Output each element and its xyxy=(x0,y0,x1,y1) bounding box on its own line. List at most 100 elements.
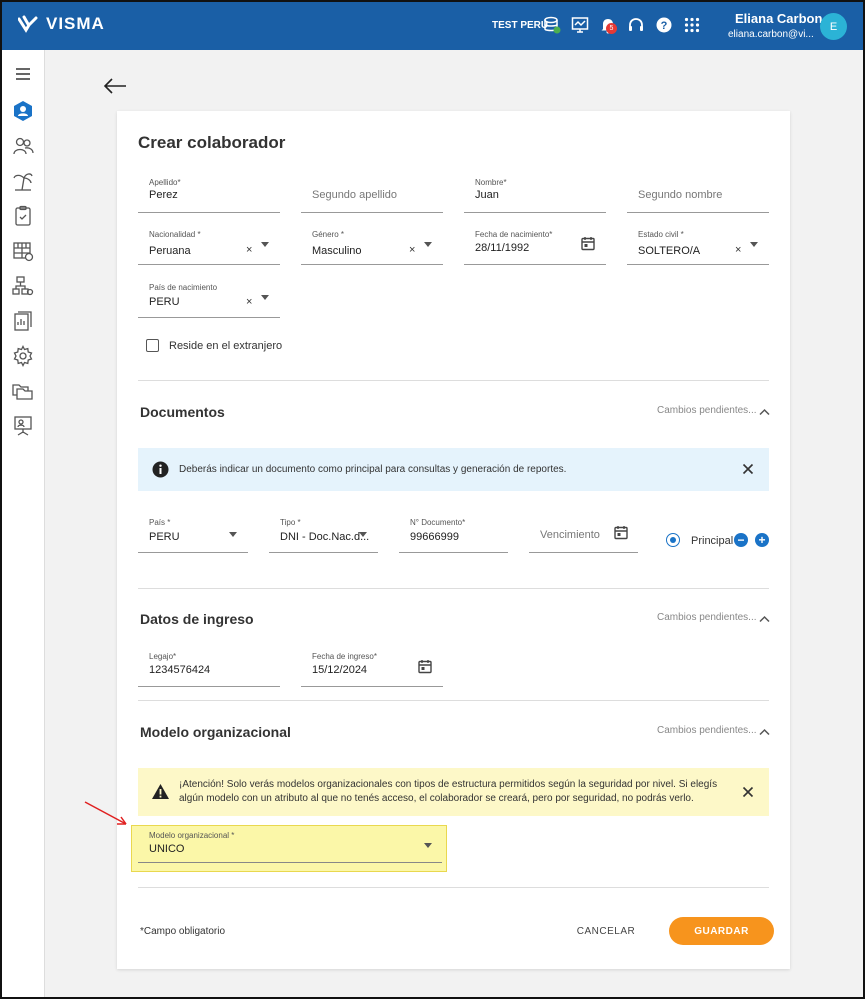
avatar[interactable]: E xyxy=(820,13,847,40)
sidebar-item-people-icon[interactable] xyxy=(11,134,35,158)
calendar-icon[interactable] xyxy=(614,525,628,545)
nombre-value: Juan xyxy=(475,189,499,201)
reside-extranjero-checkbox[interactable] xyxy=(146,339,159,352)
apellido-field[interactable]: Apellido* Perez xyxy=(138,173,280,213)
page-title: Crear colaborador xyxy=(138,133,286,152)
sidebar-item-employee-icon[interactable] xyxy=(11,99,35,123)
chevron-down-icon[interactable] xyxy=(261,295,269,300)
remove-document-button[interactable]: − xyxy=(734,533,748,547)
save-button[interactable]: GUARDAR xyxy=(669,917,774,945)
modelo-label: Modelo organizacional * xyxy=(149,831,235,840)
chevron-down-icon[interactable] xyxy=(424,242,432,247)
warning-text-line1: ¡Atención! Solo verás modelos organizaci… xyxy=(179,779,718,790)
cancel-button[interactable]: CANCELAR xyxy=(570,918,642,944)
chevron-up-icon[interactable] xyxy=(759,723,770,741)
genero-clear-icon[interactable]: × xyxy=(409,244,415,256)
help-icon[interactable]: ? xyxy=(654,15,674,35)
documento-numero-field[interactable]: N° Documento* 99666999 xyxy=(399,513,508,553)
estado-civil-select[interactable]: Estado civil * SOLTERO/A × xyxy=(627,225,769,265)
database-status-icon[interactable] xyxy=(542,15,562,35)
pais-nacimiento-clear-icon[interactable]: × xyxy=(246,296,252,308)
documento-pais-select[interactable]: País * PERU xyxy=(138,513,248,553)
chevron-up-icon[interactable] xyxy=(759,610,770,628)
fecha-nacimiento-field[interactable]: Fecha de nacimiento* 28/11/1992 xyxy=(464,225,606,265)
svg-text:?: ? xyxy=(661,20,668,32)
chevron-down-icon[interactable] xyxy=(424,843,432,848)
legajo-value: 1234576424 xyxy=(149,664,211,676)
chevron-down-icon[interactable] xyxy=(750,242,758,247)
principal-radio[interactable] xyxy=(666,533,680,547)
documento-tipo-label: Tipo * xyxy=(280,518,301,527)
nacionalidad-value: Peruana xyxy=(149,245,191,257)
sidebar-item-folders-icon[interactable] xyxy=(11,379,35,403)
fecha-ingreso-value: 15/12/2024 xyxy=(312,664,368,676)
nacionalidad-clear-icon[interactable]: × xyxy=(246,244,252,256)
section-divider xyxy=(138,380,769,381)
section-divider xyxy=(138,588,769,589)
estado-civil-label: Estado civil * xyxy=(638,230,684,239)
documento-tipo-select[interactable]: Tipo * DNI - Doc.Nac.d... xyxy=(269,513,378,553)
documento-numero-label: N° Documento* xyxy=(410,518,466,527)
documento-tipo-value: DNI - Doc.Nac.d... xyxy=(280,531,370,543)
annotation-arrow-icon xyxy=(84,801,127,825)
calendar-icon[interactable] xyxy=(418,659,432,679)
support-headset-icon[interactable] xyxy=(626,15,646,35)
sidebar-item-settings-gear-icon[interactable] xyxy=(11,344,35,368)
fecha-ingreso-field[interactable]: Fecha de ingreso* 15/12/2024 xyxy=(301,647,443,687)
section-divider xyxy=(138,887,769,888)
documento-vencimiento-field[interactable]: Vencimiento xyxy=(529,513,638,553)
back-arrow-button[interactable] xyxy=(102,76,128,96)
add-document-button[interactable]: + xyxy=(755,533,769,547)
vencimiento-placeholder: Vencimiento xyxy=(540,529,600,541)
pais-nacimiento-label: País de nacimiento xyxy=(149,283,218,292)
chevron-down-icon[interactable] xyxy=(359,532,367,537)
user-name[interactable]: Eliana Carbon xyxy=(735,11,822,26)
close-icon[interactable] xyxy=(742,785,754,803)
sidebar-item-calendar-icon[interactable] xyxy=(11,239,35,263)
chevron-up-icon[interactable] xyxy=(759,403,770,421)
visma-logo[interactable]: VISMA xyxy=(18,14,105,34)
chevron-down-icon[interactable] xyxy=(229,532,237,537)
documento-pais-value: PERU xyxy=(149,531,180,543)
estado-civil-value: SOLTERO/A xyxy=(638,245,701,257)
segundo-nombre-placeholder: Segundo nombre xyxy=(638,189,723,201)
visma-logo-icon xyxy=(18,15,38,33)
modelo-organizacional-select[interactable]: Modelo organizacional * UNICO xyxy=(138,825,442,863)
apellido-label: Apellido* xyxy=(149,178,181,187)
environment-label: TEST PERÚ xyxy=(492,20,549,31)
nacionalidad-select[interactable]: Nacionalidad * Peruana × xyxy=(138,225,280,265)
hamburger-menu-icon[interactable] xyxy=(11,62,35,86)
genero-select[interactable]: Género * Masculino × xyxy=(301,225,443,265)
principal-label: Principal xyxy=(691,535,734,547)
sidebar-item-org-chart-icon[interactable] xyxy=(11,274,35,298)
pais-nacimiento-value: PERU xyxy=(149,296,180,308)
segundo-apellido-field[interactable]: Segundo apellido xyxy=(301,173,443,213)
apps-grid-icon[interactable] xyxy=(682,15,702,35)
user-email[interactable]: eliana.carbon@vi... xyxy=(728,29,814,40)
documentos-info-banner: Deberás indicar un documento como princi… xyxy=(138,448,769,491)
top-bar: VISMA TEST PERÚ 5 ? Eliana Carbon eliana… xyxy=(0,0,865,50)
notifications-bell-icon[interactable]: 5 xyxy=(598,15,618,35)
modelo-pending: Cambios pendientes... xyxy=(657,725,757,736)
nacionalidad-label: Nacionalidad * xyxy=(149,230,201,239)
segundo-nombre-field[interactable]: Segundo nombre xyxy=(627,173,769,213)
monitor-chart-icon[interactable] xyxy=(570,15,590,35)
nombre-label: Nombre* xyxy=(475,178,507,187)
estado-civil-clear-icon[interactable]: × xyxy=(735,244,741,256)
sidebar-item-reports-icon[interactable] xyxy=(11,309,35,333)
warning-text-line2: algún modelo con un atributo al que no t… xyxy=(179,793,694,804)
documentos-title: Documentos xyxy=(140,404,225,420)
legajo-field[interactable]: Legajo* 1234576424 xyxy=(138,647,280,687)
sidebar-item-presentation-icon[interactable] xyxy=(11,414,35,438)
sidebar-item-clipboard-icon[interactable] xyxy=(11,204,35,228)
documento-pais-label: País * xyxy=(149,518,171,527)
calendar-icon[interactable] xyxy=(581,236,595,256)
pais-nacimiento-select[interactable]: País de nacimiento PERU × xyxy=(138,278,280,318)
documentos-info-text: Deberás indicar un documento como princi… xyxy=(179,464,567,475)
close-icon[interactable] xyxy=(742,462,754,480)
nombre-field[interactable]: Nombre* Juan xyxy=(464,173,606,213)
sidebar xyxy=(0,50,45,999)
chevron-down-icon[interactable] xyxy=(261,242,269,247)
genero-label: Género * xyxy=(312,230,345,239)
sidebar-item-vacation-icon[interactable] xyxy=(11,169,35,193)
